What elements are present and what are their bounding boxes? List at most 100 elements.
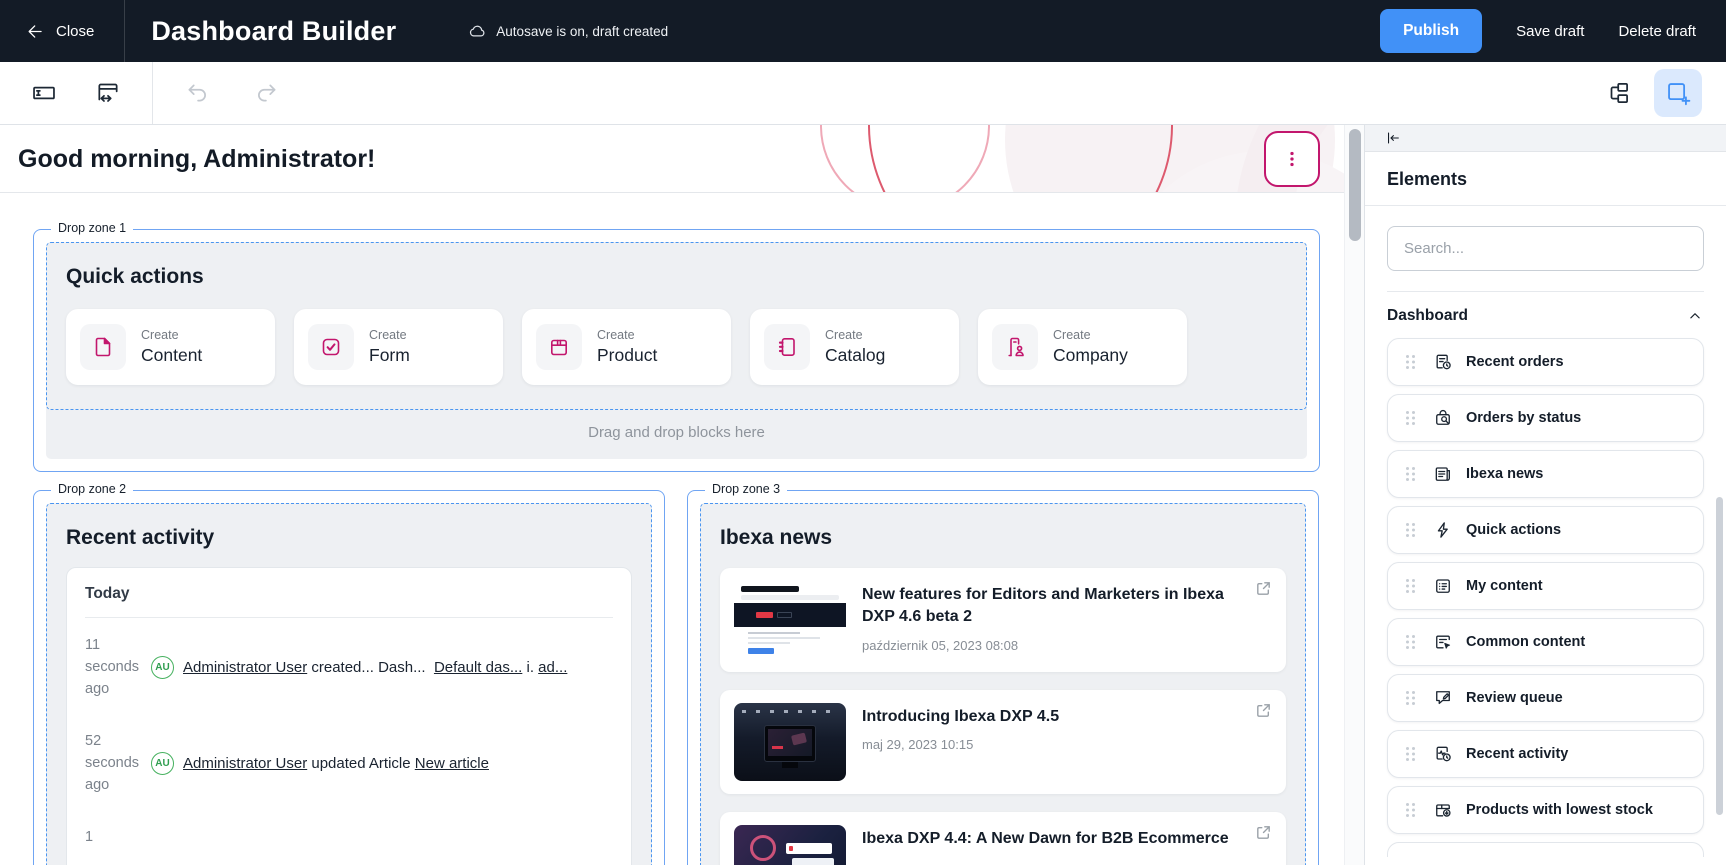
- element-item-products-with-lowest-stock[interactable]: Products with lowest stock: [1387, 786, 1704, 834]
- quick-action-card-company[interactable]: CreateCompany: [978, 309, 1187, 385]
- publish-button[interactable]: Publish: [1380, 9, 1482, 53]
- element-item-orders-by-status[interactable]: Orders by status: [1387, 394, 1704, 442]
- drag-handle-icon[interactable]: [1406, 691, 1416, 706]
- ibexa-news-widget[interactable]: Ibexa news New features for Editors and …: [700, 503, 1306, 865]
- drag-handle-icon[interactable]: [1406, 355, 1416, 370]
- element-item-my-content[interactable]: My content: [1387, 562, 1704, 610]
- elements-sidebar: Elements Dashboard Recent ordersOrders b…: [1364, 125, 1726, 865]
- builder-toolbar: [0, 62, 1726, 125]
- add-elements-button[interactable]: [1654, 69, 1702, 117]
- timestamp-word: 52: [85, 730, 149, 752]
- drag-handle-icon[interactable]: [1406, 523, 1416, 538]
- close-button[interactable]: Close: [0, 0, 125, 62]
- element-item-recent-orders[interactable]: Recent orders: [1387, 338, 1704, 386]
- activity-text-segment: updated Article: [307, 755, 415, 772]
- element-item-recent-activity[interactable]: Recent activity: [1387, 730, 1704, 778]
- quick-action-label: Catalog: [825, 345, 885, 366]
- drop-zone-1[interactable]: Drop zone 1 Quick actions CreateContentC…: [33, 229, 1320, 472]
- quick-action-text: CreateContent: [141, 328, 202, 366]
- news-date: październik 05, 2023 08:08: [862, 638, 1260, 653]
- drop-zone-3[interactable]: Drop zone 3 Ibexa news New features for …: [687, 490, 1319, 865]
- activity-entry: 11secondsagoAUAdministrator User created…: [85, 634, 613, 700]
- quick-action-label: Form: [369, 345, 410, 366]
- tree-icon: [1605, 80, 1631, 106]
- activity-text-segment: created... Dash...: [307, 659, 434, 676]
- quick-action-kicker: Create: [369, 328, 410, 342]
- drag-handle-icon[interactable]: [1406, 411, 1416, 426]
- timestamp-word: 1: [85, 826, 149, 848]
- kebab-menu-icon: [1281, 148, 1303, 170]
- drag-handle-icon[interactable]: [1406, 467, 1416, 482]
- activity-link[interactable]: New article: [415, 755, 489, 772]
- news-thumbnail: [734, 825, 846, 865]
- element-item-label: Products with lowest stock: [1466, 802, 1653, 818]
- toggle-fields-panel-button[interactable]: [26, 75, 62, 111]
- element-item-common-content[interactable]: Common content: [1387, 618, 1704, 666]
- collapse-panel-icon[interactable]: [1385, 130, 1401, 146]
- drag-handle-icon[interactable]: [1406, 747, 1416, 762]
- main-scrollbar[interactable]: [1344, 125, 1364, 865]
- activity-link[interactable]: Administrator User: [183, 755, 307, 772]
- structure-view-button[interactable]: [1600, 75, 1636, 111]
- quick-action-card-content[interactable]: CreateContent: [66, 309, 275, 385]
- element-item-label: Orders by status: [1466, 410, 1581, 426]
- content-file-icon: [91, 335, 115, 359]
- topbar: Close Dashboard Builder Autosave is on, …: [0, 0, 1726, 62]
- dashboard-canvas: Good morning, Administrator! Drop zone 1…: [0, 125, 1344, 865]
- drag-handle-icon[interactable]: [1406, 803, 1416, 818]
- quick-actions-widget[interactable]: Quick actions CreateContentCreateFormCre…: [46, 242, 1307, 410]
- external-link-icon[interactable]: [1253, 700, 1274, 721]
- sidebar-scrollbar-thumb[interactable]: [1716, 497, 1723, 815]
- element-item-label: Recent activity: [1466, 746, 1568, 762]
- save-draft-button[interactable]: Save draft: [1516, 23, 1584, 40]
- news-card[interactable]: Ibexa DXP 4.4: A New Dawn for B2B Ecomme…: [720, 812, 1286, 865]
- recent-activity-card: Today 11secondsagoAUAdministrator User c…: [66, 567, 632, 865]
- main-scrollbar-thumb[interactable]: [1349, 129, 1361, 241]
- dashboard-options-button[interactable]: [1264, 131, 1320, 187]
- activity-text: Administrator User created... Dash... De…: [183, 659, 567, 676]
- layout-width-button[interactable]: [90, 75, 126, 111]
- element-item-label: Ibexa news: [1466, 466, 1543, 482]
- cloud-icon: [468, 22, 487, 41]
- activity-link[interactable]: ad...: [538, 659, 567, 676]
- element-item-label: Recent orders: [1466, 354, 1564, 370]
- quick-action-iconbox: [992, 324, 1038, 370]
- activity-link[interactable]: Administrator User: [183, 659, 307, 676]
- redo-button[interactable]: [249, 75, 285, 111]
- canvas-header: Good morning, Administrator!: [0, 125, 1344, 193]
- news-list: New features for Editors and Marketers i…: [720, 568, 1286, 865]
- drag-handle-icon[interactable]: [1406, 635, 1416, 650]
- bag-search-icon: [1433, 408, 1453, 428]
- external-link-icon[interactable]: [1253, 822, 1274, 843]
- activity-entry: 52secondsagoAUAdministrator User updated…: [85, 730, 613, 796]
- quick-action-iconbox: [308, 324, 354, 370]
- news-card[interactable]: New features for Editors and Marketers i…: [720, 568, 1286, 672]
- quick-action-text: CreateCatalog: [825, 328, 885, 366]
- news-title: Ibexa DXP 4.4: A New Dawn for B2B Ecomme…: [862, 828, 1229, 850]
- news-title: Introducing Ibexa DXP 4.5: [862, 706, 1059, 728]
- timestamp-word: ago: [85, 678, 149, 700]
- quick-action-iconbox: [764, 324, 810, 370]
- dashboard-section-header[interactable]: Dashboard: [1387, 307, 1704, 325]
- drop-zone-2[interactable]: Drop zone 2 Recent activity Today 11seco…: [33, 490, 665, 865]
- document-clock-icon: [1433, 352, 1453, 372]
- quick-action-card-catalog[interactable]: CreateCatalog: [750, 309, 959, 385]
- news-card[interactable]: Introducing Ibexa DXP 4.5maj 29, 2023 10…: [720, 690, 1286, 794]
- activity-link[interactable]: Default das...: [434, 659, 522, 676]
- element-item-partial[interactable]: [1387, 842, 1704, 857]
- quick-action-iconbox: [80, 324, 126, 370]
- greeting-title: Good morning, Administrator!: [0, 125, 1344, 174]
- element-item-quick-actions[interactable]: Quick actions: [1387, 506, 1704, 554]
- delete-draft-button[interactable]: Delete draft: [1618, 23, 1696, 40]
- recent-activity-widget[interactable]: Recent activity Today 11secondsagoAUAdmi…: [46, 503, 652, 865]
- element-item-ibexa-news[interactable]: Ibexa news: [1387, 450, 1704, 498]
- undo-button[interactable]: [179, 75, 215, 111]
- activity-text: Administrator User updated Article New a…: [183, 755, 489, 772]
- divider: [1387, 291, 1704, 292]
- quick-action-card-form[interactable]: Create Form: [294, 309, 503, 385]
- element-item-review-queue[interactable]: Review queue: [1387, 674, 1704, 722]
- drag-handle-icon[interactable]: [1406, 579, 1416, 594]
- quick-action-card-product[interactable]: CreateProduct: [522, 309, 731, 385]
- search-input[interactable]: [1387, 226, 1704, 271]
- external-link-icon[interactable]: [1253, 578, 1274, 599]
